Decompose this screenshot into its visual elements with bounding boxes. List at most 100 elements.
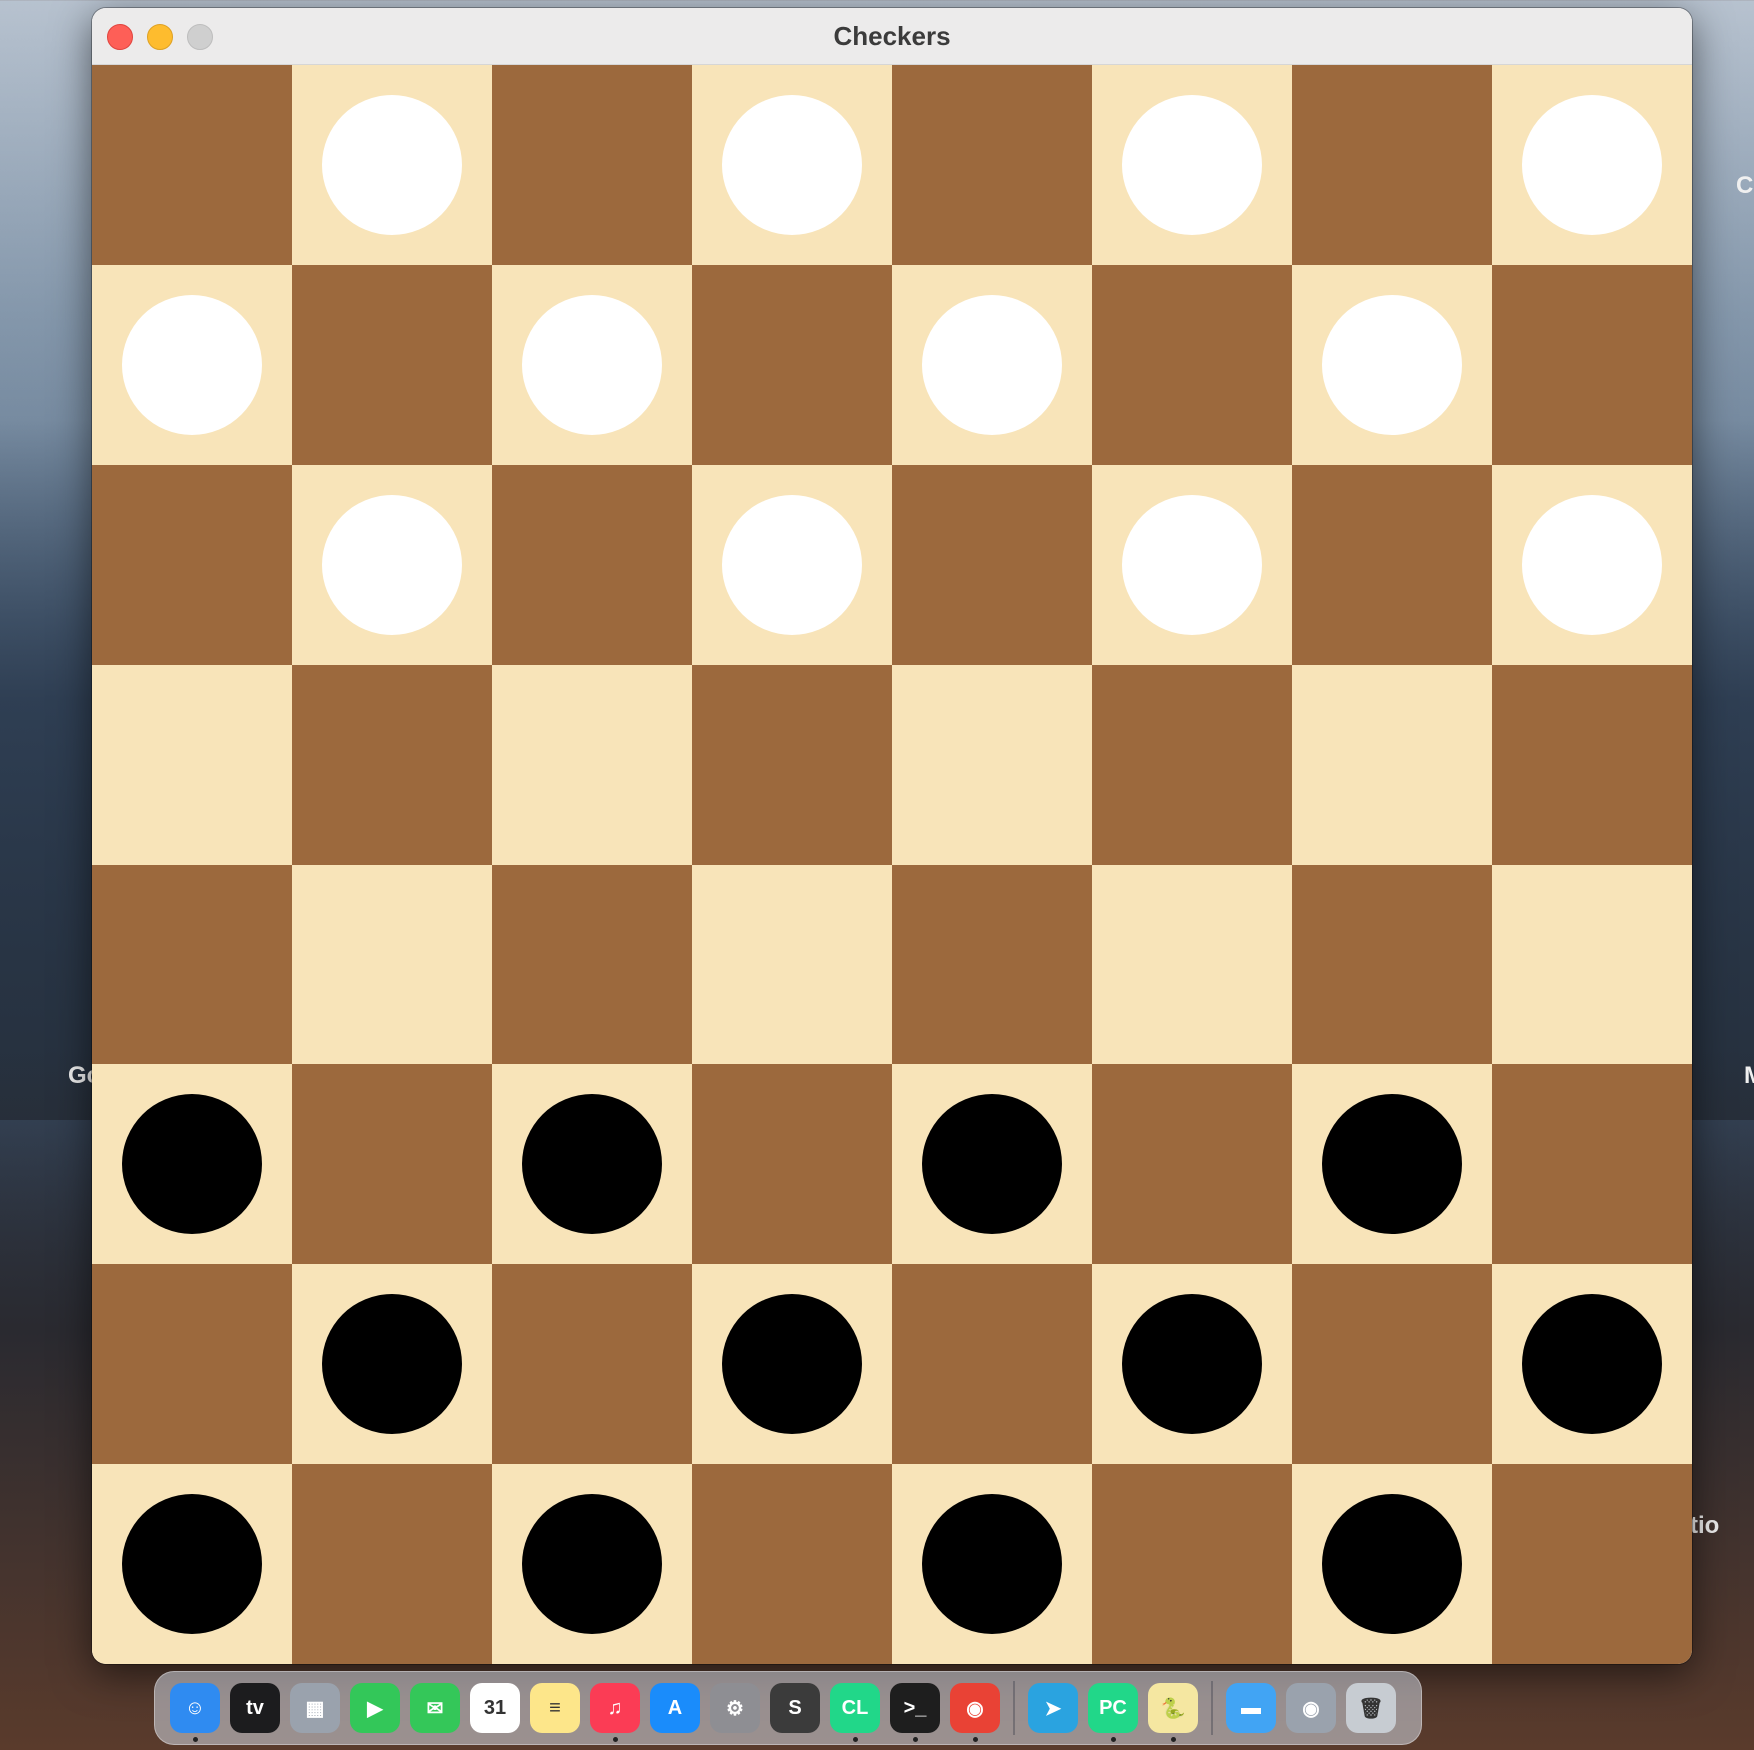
- board-square[interactable]: [1292, 1264, 1492, 1465]
- board-square[interactable]: [892, 664, 1092, 865]
- board-square[interactable]: [892, 1064, 1092, 1265]
- board-square[interactable]: [1292, 1464, 1492, 1664]
- black-checker-piece[interactable]: [122, 1494, 262, 1635]
- calendar-icon[interactable]: 31: [470, 1683, 520, 1733]
- white-checker-piece[interactable]: [522, 294, 662, 435]
- title-bar[interactable]: Checkers: [92, 8, 1692, 65]
- finder-icon[interactable]: ☺: [170, 1683, 220, 1742]
- board-square[interactable]: [292, 65, 492, 265]
- white-checker-piece[interactable]: [1122, 494, 1262, 635]
- board-square[interactable]: [292, 1264, 492, 1465]
- black-checker-piece[interactable]: [922, 1494, 1062, 1635]
- board-square[interactable]: [92, 864, 292, 1065]
- black-checker-piece[interactable]: [722, 1294, 862, 1435]
- white-checker-piece[interactable]: [722, 94, 862, 235]
- sublime-text-icon[interactable]: S: [770, 1683, 820, 1733]
- black-checker-piece[interactable]: [522, 1094, 662, 1235]
- board-square[interactable]: [92, 264, 292, 465]
- board-square[interactable]: [692, 864, 892, 1065]
- white-checker-piece[interactable]: [722, 494, 862, 635]
- board-square[interactable]: [92, 1464, 292, 1664]
- system-settings-icon[interactable]: ⚙: [710, 1683, 760, 1733]
- board-square[interactable]: [892, 1464, 1092, 1664]
- board-square[interactable]: [1292, 464, 1492, 665]
- board-square[interactable]: [492, 1464, 692, 1664]
- board-square[interactable]: [1092, 664, 1292, 865]
- pycharm-icon[interactable]: PC: [1088, 1683, 1138, 1742]
- board-square[interactable]: [92, 65, 292, 265]
- board-square[interactable]: [1492, 65, 1692, 265]
- chrome-icon[interactable]: ◉: [950, 1683, 1000, 1742]
- black-checker-piece[interactable]: [1322, 1094, 1462, 1235]
- board-square[interactable]: [292, 664, 492, 865]
- board-square[interactable]: [892, 264, 1092, 465]
- board-square[interactable]: [492, 1264, 692, 1465]
- clion-icon[interactable]: CL: [830, 1683, 880, 1742]
- board-square[interactable]: [92, 1264, 292, 1465]
- board-square[interactable]: [1492, 664, 1692, 865]
- board-square[interactable]: [292, 464, 492, 665]
- board-square[interactable]: [492, 1064, 692, 1265]
- board-square[interactable]: [1292, 664, 1492, 865]
- board-square[interactable]: [92, 664, 292, 865]
- facetime-icon[interactable]: ▶: [350, 1683, 400, 1733]
- board-square[interactable]: [892, 464, 1092, 665]
- board-square[interactable]: [1292, 65, 1492, 265]
- telegram-icon[interactable]: ➤: [1028, 1683, 1078, 1733]
- apple-tv-icon[interactable]: tv: [230, 1683, 280, 1733]
- board-square[interactable]: [1092, 1464, 1292, 1664]
- board-square[interactable]: [492, 464, 692, 665]
- black-checker-piece[interactable]: [1122, 1294, 1262, 1435]
- board-square[interactable]: [892, 65, 1092, 265]
- python-launcher-icon[interactable]: 🐍: [1148, 1683, 1198, 1742]
- white-checker-piece[interactable]: [1522, 494, 1662, 635]
- board-square[interactable]: [1292, 264, 1492, 465]
- board-square[interactable]: [1292, 1064, 1492, 1265]
- terminal-icon[interactable]: >_: [890, 1683, 940, 1742]
- checkers-board[interactable]: [92, 65, 1692, 1664]
- board-square[interactable]: [292, 264, 492, 465]
- white-checker-piece[interactable]: [1122, 94, 1262, 235]
- board-square[interactable]: [92, 464, 292, 665]
- board-square[interactable]: [692, 464, 892, 665]
- white-checker-piece[interactable]: [122, 294, 262, 435]
- board-square[interactable]: [1092, 1264, 1292, 1465]
- messages-icon[interactable]: ✉: [410, 1683, 460, 1733]
- black-checker-piece[interactable]: [1522, 1294, 1662, 1435]
- board-square[interactable]: [692, 264, 892, 465]
- black-checker-piece[interactable]: [322, 1294, 462, 1435]
- board-square[interactable]: [1292, 864, 1492, 1065]
- board-square[interactable]: [492, 264, 692, 465]
- white-checker-piece[interactable]: [1322, 294, 1462, 435]
- board-square[interactable]: [892, 864, 1092, 1065]
- board-square[interactable]: [292, 1464, 492, 1664]
- board-square[interactable]: [892, 1264, 1092, 1465]
- desktop-label-right-bottom[interactable]: tio: [1690, 1512, 1719, 1540]
- board-square[interactable]: [492, 864, 692, 1065]
- app-store-icon[interactable]: A: [650, 1683, 700, 1733]
- black-checker-piece[interactable]: [1322, 1494, 1462, 1635]
- white-checker-piece[interactable]: [922, 294, 1062, 435]
- board-square[interactable]: [1492, 1064, 1692, 1265]
- notes-icon[interactable]: ≡: [530, 1683, 580, 1733]
- board-square[interactable]: [1092, 65, 1292, 265]
- white-checker-piece[interactable]: [1522, 94, 1662, 235]
- board-square[interactable]: [692, 1064, 892, 1265]
- chrome-minimized-icon[interactable]: ◉: [1286, 1683, 1336, 1733]
- board-square[interactable]: [1092, 264, 1292, 465]
- launchpad-icon[interactable]: ▦: [290, 1683, 340, 1733]
- white-checker-piece[interactable]: [322, 94, 462, 235]
- board-square[interactable]: [1492, 464, 1692, 665]
- desktop-label-right-mid[interactable]: M: [1744, 1062, 1754, 1090]
- desktop-label-right-top[interactable]: Ch: [1736, 172, 1754, 200]
- board-square[interactable]: [1092, 864, 1292, 1065]
- board-square[interactable]: [92, 1064, 292, 1265]
- black-checker-piece[interactable]: [522, 1494, 662, 1635]
- board-square[interactable]: [492, 664, 692, 865]
- white-checker-piece[interactable]: [322, 494, 462, 635]
- board-square[interactable]: [692, 65, 892, 265]
- board-square[interactable]: [1492, 264, 1692, 465]
- board-square[interactable]: [1492, 1464, 1692, 1664]
- board-square[interactable]: [492, 65, 692, 265]
- board-square[interactable]: [1092, 1064, 1292, 1265]
